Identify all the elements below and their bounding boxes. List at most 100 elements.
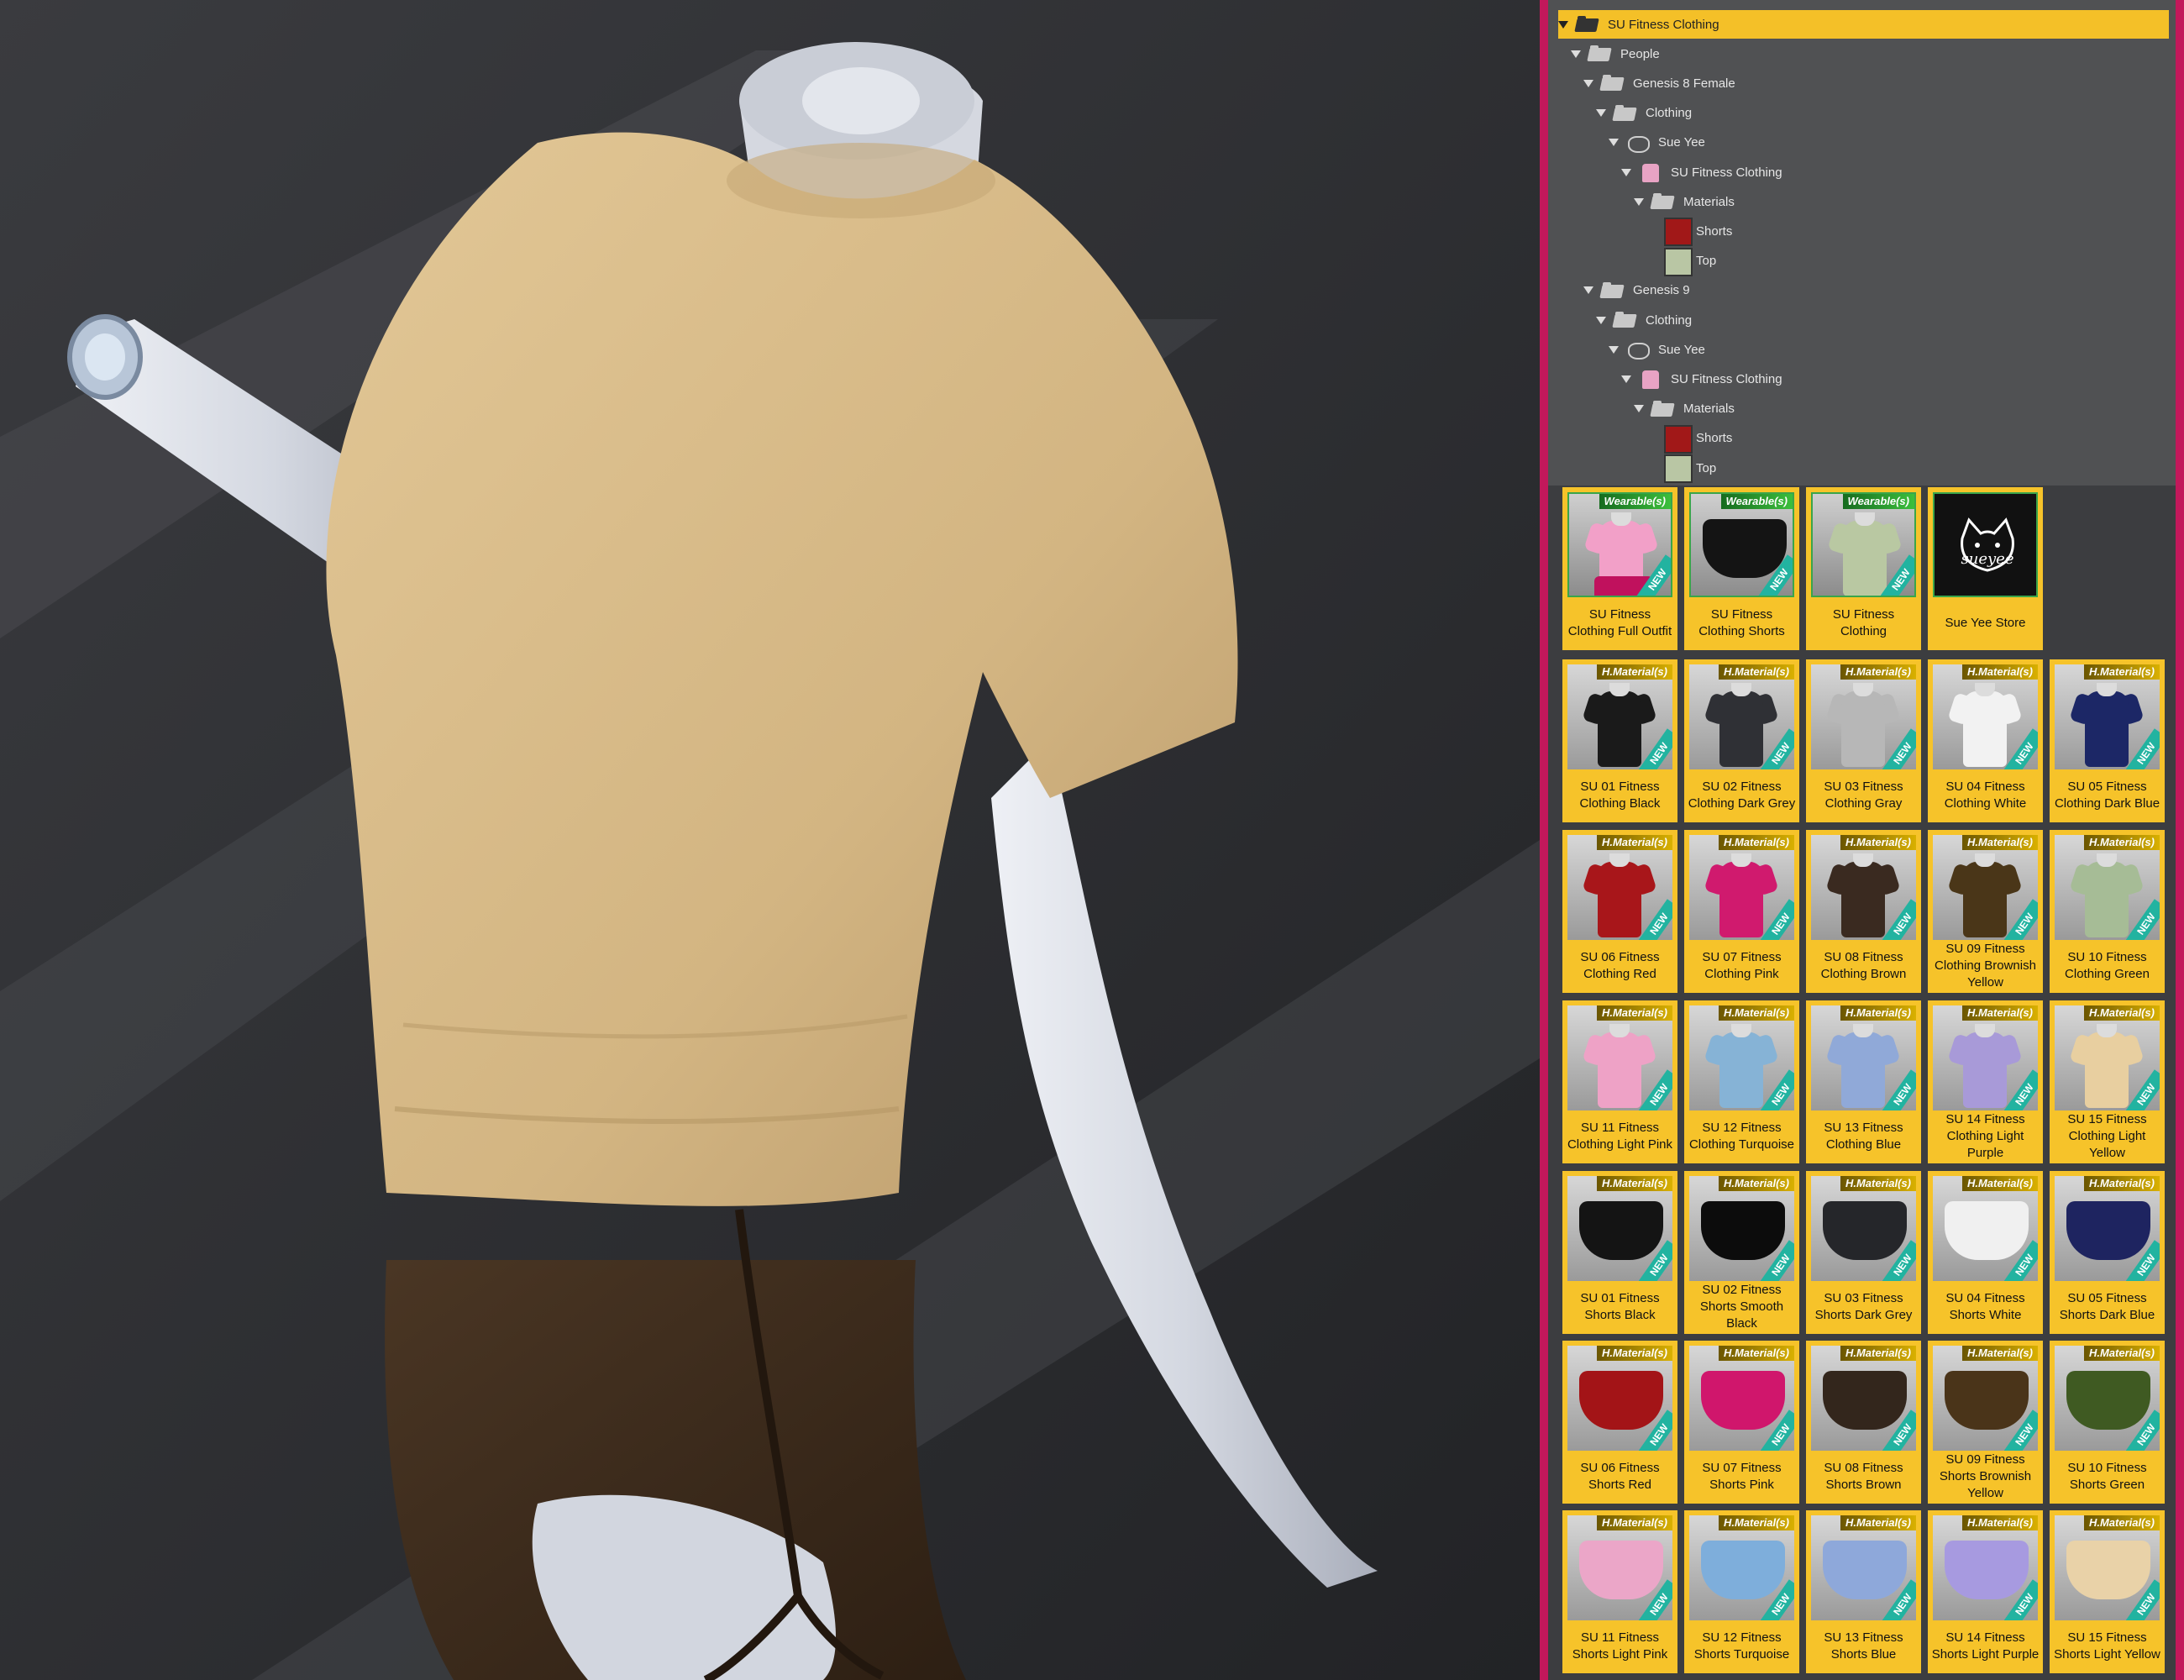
asset-label: SU 15 Fitness Clothing Light Yellow xyxy=(2067,1112,2147,1160)
expand-triangle-icon[interactable] xyxy=(1634,405,1644,413)
shirt-preview-icon xyxy=(1582,1024,1657,1108)
material-badge: H.Material(s) xyxy=(1840,1346,1916,1361)
asset-tile[interactable]: H.Material(s) NEW SU 09 Fitness Clothing B… xyxy=(1928,830,2043,993)
mannequin-render xyxy=(0,0,1540,1680)
expand-triangle-icon[interactable] xyxy=(1634,197,1644,206)
tree-item-label: SU Fitness Clothing xyxy=(1608,17,1719,32)
asset-tile[interactable]: H.Material(s) NEW SU 06 Fitness Clothing R… xyxy=(1562,830,1677,993)
tree-item[interactable]: Sue Yee xyxy=(1609,335,1705,364)
tree-item-selected[interactable]: SU Fitness Clothing xyxy=(1558,10,2169,39)
asset-tile[interactable]: H.Material(s) NEW SU 01 Fitness Shorts Bla… xyxy=(1562,1171,1677,1334)
asset-tile[interactable]: H.Material(s) NEW SU 06 Fitness Shorts Red xyxy=(1562,1341,1677,1504)
tree-item[interactable]: Top xyxy=(1646,454,1716,483)
asset-tile[interactable]: H.Material(s) NEW SU 05 Fitness Clothing D… xyxy=(2050,659,2165,822)
material-badge: H.Material(s) xyxy=(1718,1346,1794,1361)
expand-triangle-icon[interactable] xyxy=(1609,345,1619,354)
asset-tile[interactable]: H.Material(s) NEW SU 10 Fitness Clothing G… xyxy=(2050,830,2165,993)
asset-tile[interactable]: H.Material(s) NEW SU 11 Fitness Clothing L… xyxy=(1562,1000,1677,1163)
expand-triangle-icon[interactable] xyxy=(1596,109,1606,118)
tree-item[interactable]: Clothing xyxy=(1596,99,1692,128)
expand-triangle-icon[interactable] xyxy=(1558,20,1568,29)
tree-item[interactable]: Genesis 8 Female xyxy=(1583,69,1735,97)
material-badge: H.Material(s) xyxy=(1961,1346,2038,1361)
asset-tile[interactable]: H.Material(s) NEW SU 01 Fitness Clothing B… xyxy=(1562,659,1677,822)
material-badge: H.Material(s) xyxy=(1596,1515,1672,1530)
material-badge: H.Material(s) xyxy=(1718,835,1794,850)
asset-tile[interactable]: H.Material(s) NEW SU 04 Fitness Clothing W… xyxy=(1928,659,2043,822)
expand-triangle-icon[interactable] xyxy=(1621,375,1631,383)
asset-tile[interactable]: H.Material(s) NEW SU 04 Fitness Shorts Whi… xyxy=(1928,1171,2043,1334)
shorts-preview-icon xyxy=(1703,519,1787,578)
asset-tile[interactable]: H.Material(s) NEW SU 10 Fitness Shorts Gre… xyxy=(2050,1341,2165,1504)
tree-item[interactable]: Clothing xyxy=(1596,306,1692,334)
asset-thumbnail: H.Material(s) NEW xyxy=(1933,1346,2038,1451)
tree-item[interactable]: Genesis 9 xyxy=(1583,276,1690,305)
expand-triangle-icon[interactable] xyxy=(1596,316,1606,324)
asset-tile[interactable]: H.Material(s) NEW SU 02 Fitness Clothing D… xyxy=(1684,659,1799,822)
shorts-preview-icon xyxy=(2066,1541,2150,1599)
asset-thumbnail: H.Material(s) NEW xyxy=(1567,1346,1672,1451)
material-badge: H.Material(s) xyxy=(2083,1005,2160,1021)
asset-tile[interactable]: sueyee Sue Yee Store xyxy=(1928,487,2043,650)
tree-item[interactable]: SU Fitness Clothing xyxy=(1621,365,1782,393)
viewport[interactable] xyxy=(0,0,1540,1680)
asset-tile[interactable]: H.Material(s) NEW SU 03 Fitness Shorts Dar… xyxy=(1806,1171,1921,1334)
asset-tile[interactable]: Wearable(s) NEW SU Fitness Clothing Shorts xyxy=(1684,487,1799,650)
asset-tile[interactable]: H.Material(s) NEW SU 11 Fitness Shorts Lig… xyxy=(1562,1510,1677,1673)
asset-label: SU 02 Fitness Clothing Dark Grey xyxy=(1688,780,1796,811)
expand-triangle-icon[interactable] xyxy=(1609,139,1619,147)
asset-tile[interactable]: H.Material(s) NEW SU 15 Fitness Clothing L… xyxy=(2050,1000,2165,1163)
wearable-badge: Wearable(s) xyxy=(1599,494,1671,509)
asset-tile[interactable]: H.Material(s) NEW SU 07 Fitness Clothing P… xyxy=(1684,830,1799,993)
expand-triangle-icon[interactable] xyxy=(1571,50,1581,58)
shirt-preview-icon xyxy=(1947,1024,2023,1108)
shorts-preview-icon xyxy=(1579,1201,1663,1260)
asset-label: SU 10 Fitness Shorts Green xyxy=(2067,1461,2147,1492)
asset-label: SU Fitness Clothing Shorts xyxy=(1698,607,1785,638)
asset-tile[interactable]: H.Material(s) NEW SU 13 Fitness Clothing B… xyxy=(1806,1000,1921,1163)
material-badge: H.Material(s) xyxy=(1718,1515,1794,1530)
asset-tile[interactable]: H.Material(s) NEW SU 07 Fitness Shorts Pin… xyxy=(1684,1341,1799,1504)
expand-triangle-icon[interactable] xyxy=(1583,79,1593,87)
asset-tile[interactable]: H.Material(s) NEW SU 08 Fitness Shorts Bro… xyxy=(1806,1341,1921,1504)
shorts-preview-icon xyxy=(2066,1371,2150,1430)
folder-tree: SU Fitness Clothing People Genesis 8 Femal… xyxy=(1548,0,2176,486)
tree-item[interactable]: Top xyxy=(1646,247,1716,276)
asset-tile[interactable]: H.Material(s) NEW SU 05 Fitness Shorts Dar… xyxy=(2050,1171,2165,1334)
asset-tile[interactable]: H.Material(s) NEW SU 12 Fitness Clothing T… xyxy=(1684,1000,1799,1163)
tree-item[interactable]: SU Fitness Clothing xyxy=(1621,158,1782,186)
material-badge: H.Material(s) xyxy=(1596,1176,1672,1191)
asset-tile[interactable]: H.Material(s) NEW SU 02 Fitness Shorts Smo… xyxy=(1684,1171,1799,1334)
asset-label: SU 08 Fitness Shorts Brown xyxy=(1824,1461,1903,1492)
asset-thumbnail: H.Material(s) NEW xyxy=(1811,1005,1916,1110)
asset-tile[interactable]: H.Material(s) NEW SU 12 Fitness Shorts Tur… xyxy=(1684,1510,1799,1673)
tree-item-label: Materials xyxy=(1683,402,1735,417)
folder-icon xyxy=(1601,75,1625,92)
asset-tile[interactable]: H.Material(s) NEW SU 03 Fitness Clothing G… xyxy=(1806,659,1921,822)
tree-item[interactable]: Shorts xyxy=(1646,217,1732,247)
asset-tile[interactable]: H.Material(s) NEW SU 09 Fitness Shorts Bro… xyxy=(1928,1341,2043,1504)
asset-label: SU 04 Fitness Shorts White xyxy=(1945,1291,2025,1322)
asset-tile[interactable]: Wearable(s) NEW SU Fitness Clothing Full O… xyxy=(1562,487,1677,650)
wearable-badge: Wearable(s) xyxy=(1720,494,1793,509)
asset-thumbnail: H.Material(s) NEW xyxy=(2055,664,2160,769)
expand-triangle-icon[interactable] xyxy=(1621,168,1631,176)
asset-tile[interactable]: H.Material(s) NEW SU 14 Fitness Shorts Lig… xyxy=(1928,1510,2043,1673)
tree-item[interactable]: Sue Yee xyxy=(1609,129,1705,157)
cat-icon xyxy=(1626,341,1650,360)
tree-item[interactable]: Shorts xyxy=(1646,424,1732,454)
asset-tile[interactable]: Wearable(s) NEW SU Fitness Clothing xyxy=(1806,487,1921,650)
tree-item[interactable]: Materials xyxy=(1634,187,1735,216)
asset-thumbnail: H.Material(s) NEW xyxy=(1689,664,1794,769)
asset-tile[interactable]: H.Material(s) NEW SU 15 Fitness Shorts Lig… xyxy=(2050,1510,2165,1673)
asset-tile[interactable]: H.Material(s) NEW SU 08 Fitness Clothing B… xyxy=(1806,830,1921,993)
asset-tile[interactable]: H.Material(s) NEW SU 14 Fitness Clothing L… xyxy=(1928,1000,2043,1163)
asset-tile[interactable]: H.Material(s) NEW SU 13 Fitness Shorts Blu… xyxy=(1806,1510,1921,1673)
asset-label: SU 11 Fitness Shorts Light Pink xyxy=(1572,1630,1668,1662)
asset-thumbnail: H.Material(s) NEW xyxy=(1567,1176,1672,1281)
expand-triangle-icon[interactable] xyxy=(1583,286,1593,295)
asset-label: SU 06 Fitness Shorts Red xyxy=(1580,1461,1660,1492)
tree-item[interactable]: People xyxy=(1571,39,1660,68)
tree-item[interactable]: Materials xyxy=(1634,395,1735,423)
tree-item-label: SU Fitness Clothing xyxy=(1671,165,1782,180)
